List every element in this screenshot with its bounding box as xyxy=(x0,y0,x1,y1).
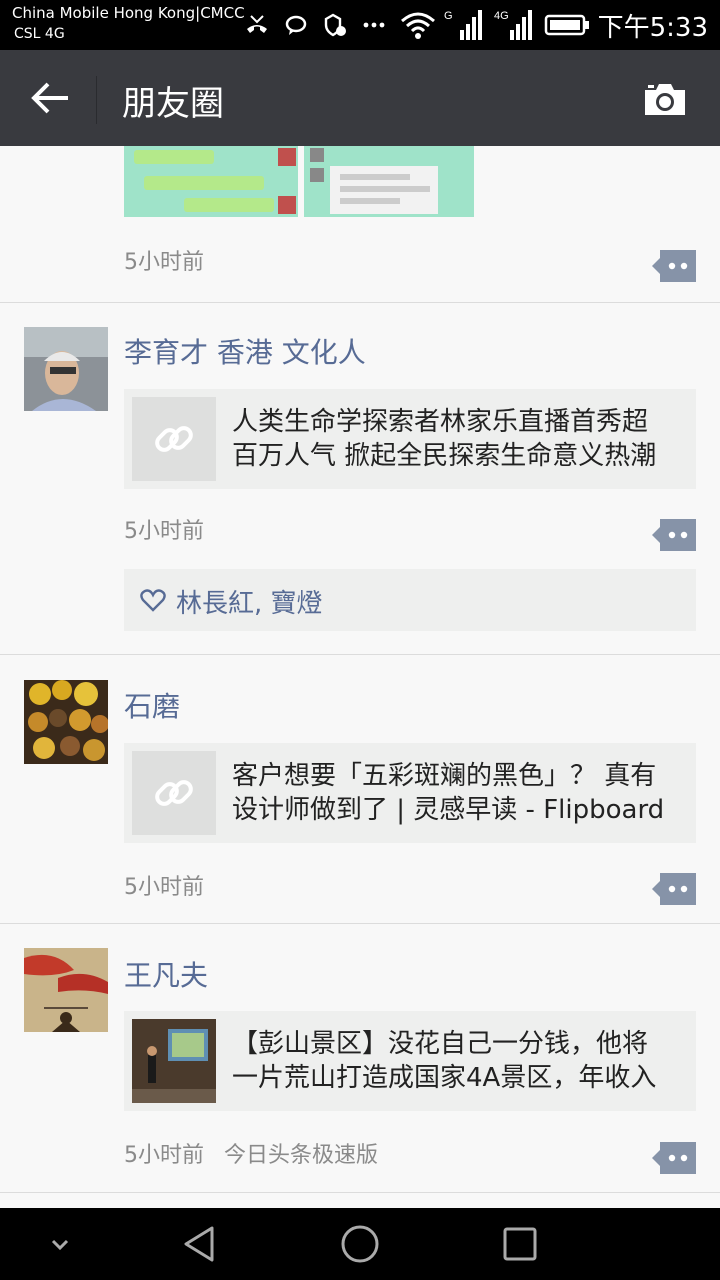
feed-post: 5小时前 xyxy=(0,146,720,303)
camera-icon[interactable] xyxy=(642,80,688,118)
nav-back-icon[interactable] xyxy=(180,1224,220,1264)
shared-link-card[interactable]: 人类生命学探索者林家乐直播首秀超 百万人气 掀起全民探索生命意义热潮 xyxy=(124,389,696,489)
nav-home-icon[interactable] xyxy=(340,1224,380,1264)
likes-panel: 林長紅, 寶燈 xyxy=(124,569,696,631)
back-arrow-icon[interactable] xyxy=(28,78,72,118)
title-bar: 朋友圈 xyxy=(0,50,720,146)
nav-recents-icon[interactable] xyxy=(502,1226,538,1262)
post-time-row: 5小时前 今日头条极速版 xyxy=(124,1137,378,1169)
post-time: 5小时前 xyxy=(124,250,204,275)
post-author[interactable]: 王凡夫 xyxy=(124,954,208,994)
hide-nav-chevron-icon[interactable] xyxy=(48,1232,72,1256)
notification-icons xyxy=(244,10,386,40)
comment-button-icon[interactable] xyxy=(652,519,696,551)
shield-icon xyxy=(324,13,346,37)
net-label-4g: 4G xyxy=(494,10,509,22)
link-thumbnail xyxy=(132,751,216,835)
wifi-icon xyxy=(400,12,435,39)
comment-button-icon[interactable] xyxy=(652,250,696,282)
post-image-grid[interactable] xyxy=(124,146,474,217)
post-time: 5小时前 xyxy=(124,519,204,544)
post-time: 5小时前 xyxy=(124,1143,204,1168)
moments-feed[interactable]: 5小时前 李育才 香港 文化人 人类生命学探索者林家乐直播首秀超 百万人气 掀起… xyxy=(0,146,720,1208)
post-author[interactable]: 李育才 香港 文化人 xyxy=(124,331,366,371)
feed-post: 李育才 香港 文化人 人类生命学探索者林家乐直播首秀超 百万人气 掀起全民探索生… xyxy=(0,303,720,655)
link-thumbnail xyxy=(132,397,216,481)
link-title-line: 人类生命学探索者林家乐直播首秀超 xyxy=(232,407,649,437)
feed-post: 王凡夫 【彭山景区】没花自己一分钱，他将 一片荒山打造成国家4A景区，年收入 5… xyxy=(0,924,720,1193)
avatar[interactable] xyxy=(24,327,108,411)
link-title: 【彭山景区】没花自己一分钱，他将 一片荒山打造成国家4A景区，年收入 xyxy=(232,1027,684,1095)
net-label-g: G xyxy=(444,10,453,22)
link-title-line: 百万人气 掀起全民探索生命意义热潮 xyxy=(232,441,657,471)
post-source[interactable]: 今日头条极速版 xyxy=(224,1143,378,1168)
clock: 下午5:33 xyxy=(597,12,708,43)
link-title-line: 【彭山景区】没花自己一分钱，他将 xyxy=(232,1029,649,1059)
link-title: 客户想要「五彩斑斓的黑色」？ 真有 设计师做到了 | 灵感早读 - Flipbo… xyxy=(232,759,684,827)
battery-icon xyxy=(544,14,589,36)
link-chain-icon xyxy=(155,426,193,452)
shared-link-card[interactable]: 客户想要「五彩斑斓的黑色」？ 真有 设计师做到了 | 灵感早读 - Flipbo… xyxy=(124,743,696,843)
comment-button-icon[interactable] xyxy=(652,873,696,905)
system-nav-bar xyxy=(0,1208,720,1280)
link-title-line: 一片荒山打造成国家4A景区，年收入 xyxy=(232,1063,657,1093)
link-thumbnail xyxy=(132,1019,216,1103)
carrier-name: China Mobile Hong Kong|CMCC xyxy=(12,4,245,22)
post-author[interactable]: 石磨 xyxy=(124,685,180,725)
post-time: 5小时前 xyxy=(124,875,204,900)
link-title-line: 设计师做到了 | 灵感早读 - Flipboard xyxy=(232,795,665,825)
chat-bubble-icon xyxy=(285,15,307,35)
missed-call-icon xyxy=(247,15,267,33)
avatar[interactable] xyxy=(24,680,108,764)
system-indicators: G 4G 下午5:33 xyxy=(400,6,708,44)
signal-g-icon: G xyxy=(444,10,482,40)
avatar[interactable] xyxy=(24,948,108,1032)
link-chain-icon xyxy=(155,780,193,806)
shared-link-card[interactable]: 【彭山景区】没花自己一分钱，他将 一片荒山打造成国家4A景区，年收入 xyxy=(124,1011,696,1111)
likes-names[interactable]: 林長紅, 寶燈 xyxy=(176,583,323,620)
link-title-line: 客户想要「五彩斑斓的黑色」？ 真有 xyxy=(232,761,657,791)
more-dots-icon xyxy=(363,22,385,28)
title-divider xyxy=(96,76,97,124)
signal-4g-icon: 4G xyxy=(494,10,532,40)
link-title: 人类生命学探索者林家乐直播首秀超 百万人气 掀起全民探索生命意义热潮 xyxy=(232,405,684,473)
carrier-network: CSL 4G xyxy=(14,26,65,42)
page-title: 朋友圈 xyxy=(122,84,224,124)
status-bar: China Mobile Hong Kong|CMCC CSL 4G G 4G … xyxy=(0,0,720,50)
chat-screenshot-images xyxy=(124,146,474,217)
feed-post: 石磨 客户想要「五彩斑斓的黑色」？ 真有 设计师做到了 | 灵感早读 - Fli… xyxy=(0,655,720,924)
heart-icon xyxy=(140,589,166,612)
comment-button-icon[interactable] xyxy=(652,1142,696,1174)
